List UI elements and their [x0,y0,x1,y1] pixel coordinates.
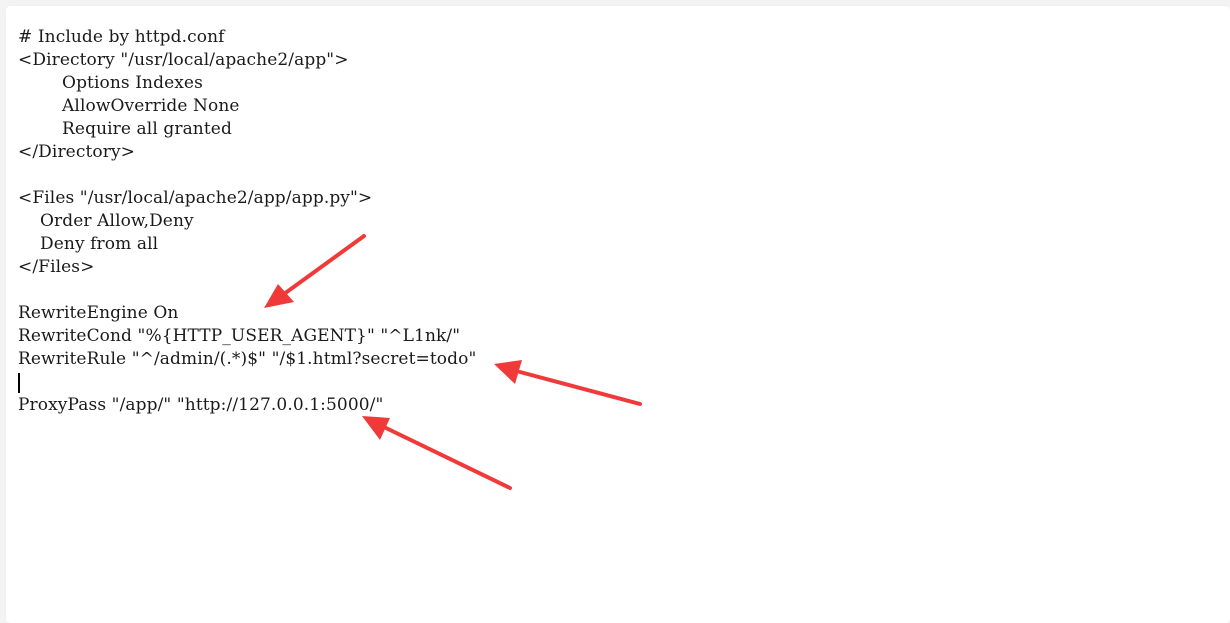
code-line: RewriteEngine On [18,303,179,323]
text-editor-area[interactable]: # Include by httpd.conf <Directory "/usr… [6,6,1230,623]
code-line: Require all granted [18,119,232,139]
code-line: # Include by httpd.conf [18,27,225,47]
code-line: RewriteRule "^/admin/(.*)$" "/$1.html?se… [18,349,477,369]
code-line: <Files "/usr/local/apache2/app/app.py"> [18,188,373,208]
code-line: Deny from all [18,234,159,254]
text-caret [18,372,20,393]
code-line: RewriteCond "%{HTTP_USER_AGENT}" "^L1nk/… [18,326,461,346]
code-line: Order Allow,Deny [18,211,194,231]
code-line: </Directory> [18,142,135,162]
code-line: </Files> [18,257,95,277]
code-content[interactable]: # Include by httpd.conf <Directory "/usr… [18,26,476,417]
code-line-cursor[interactable] [18,371,476,394]
code-line: Options Indexes [18,73,203,93]
code-line: AllowOverride None [18,96,240,116]
code-line: ProxyPass "/app/" "http://127.0.0.1:5000… [18,395,384,415]
code-line: <Directory "/usr/local/apache2/app"> [18,50,349,70]
